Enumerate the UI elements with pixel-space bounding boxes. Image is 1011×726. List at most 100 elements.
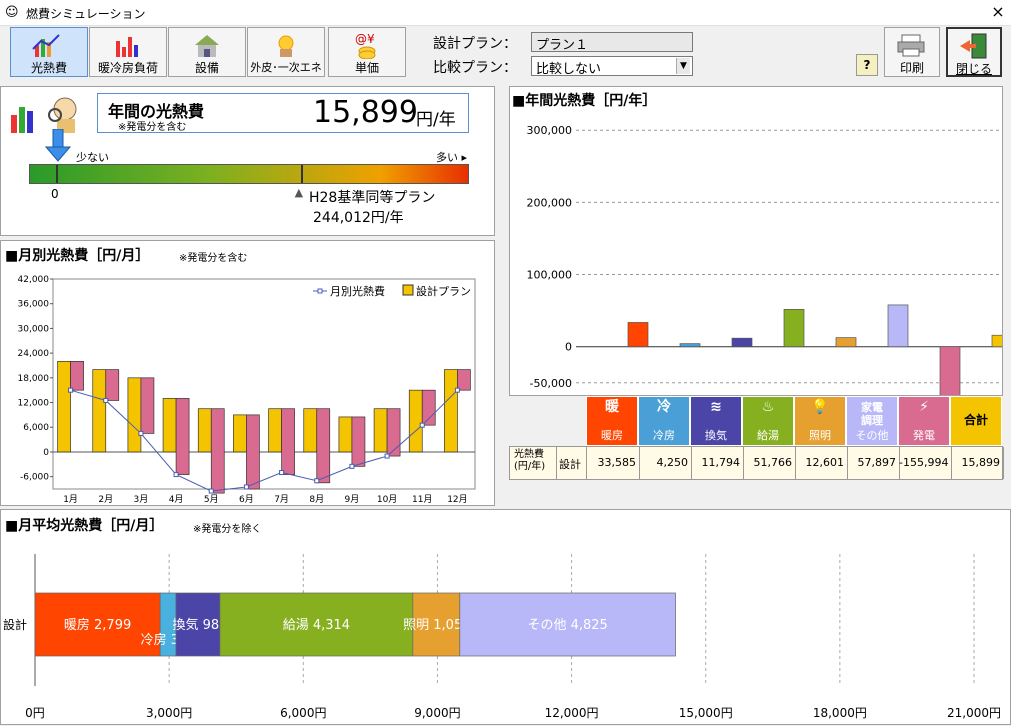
line-point <box>279 470 285 476</box>
annual-cost-box: 年間の光熱費 ※発電分を含む 15,899 円/年 <box>97 93 469 133</box>
x-tick-label: 15,000円 <box>679 706 733 720</box>
y-tick-label: 0 <box>565 341 572 354</box>
title-bar: ☺ 燃費シミュレーション × <box>0 0 1011 26</box>
monthly-average-panel: ■月平均光熱費［円/月］ ※発電分を除く 0円 3,000円 6,000円 9,000… <box>0 509 1011 725</box>
category-header-暖房: 暖暖房 <box>586 396 638 446</box>
bar-design-plan <box>408 389 423 453</box>
y-tick-label: 18,000 <box>18 374 50 384</box>
bar-generation <box>316 408 331 484</box>
category-header-給湯: ♨ 給湯 <box>742 396 794 446</box>
bar-照明 <box>835 337 857 348</box>
baseline-marker-icon: ▲ <box>294 186 304 199</box>
y-tick-label: 100,000 <box>527 269 573 282</box>
line-point <box>243 484 249 490</box>
annual-cost-value: 15,899 <box>313 95 418 130</box>
help-button[interactable]: ? <box>856 54 878 76</box>
category-label: 換気 <box>705 429 727 442</box>
bar-design-plan <box>303 408 318 453</box>
close-label: 閉じる <box>955 62 992 76</box>
bar-generation <box>105 369 120 401</box>
window-close-button[interactable]: × <box>988 2 1008 21</box>
bar-暖房 <box>627 322 649 348</box>
bar-generation <box>246 414 260 490</box>
tab-envelope-primary-energy[interactable]: 外皮･一次エネ <box>247 27 325 77</box>
bar-design-plan <box>373 408 388 453</box>
x-tick-label: 10月 <box>377 494 397 505</box>
segment-label: 給湯 4,314 <box>283 618 350 633</box>
legend-line-marker <box>317 288 323 294</box>
chevron-down-icon[interactable]: ▼ <box>676 58 690 74</box>
print-button[interactable]: 印刷 <box>884 27 940 77</box>
close-button[interactable]: 閉じる <box>946 27 1002 77</box>
category-label: 発電 <box>913 429 935 442</box>
category-label: その他 <box>855 429 889 442</box>
category-value: 11,794 <box>701 456 741 469</box>
bar-generation <box>351 416 366 467</box>
ventilation-icon: ≋ <box>710 399 722 415</box>
line-point <box>208 488 214 494</box>
x-tick-label: 12,000円 <box>545 706 599 720</box>
sun-house-icon <box>248 31 324 59</box>
x-tick-label: 11月 <box>412 494 432 505</box>
annual-cost-panel: ■年間光熱費［円/年］ 300,000 200,000 100,000 0 -50,00… <box>509 86 1003 396</box>
bar-design-plan <box>92 369 107 453</box>
tab-utility-cost[interactable]: 光熱費 <box>10 27 88 77</box>
app-icon: ☺ <box>5 5 19 20</box>
x-tick-label: 5月 <box>204 494 219 505</box>
x-tick-label: 2月 <box>98 494 113 505</box>
line-point <box>349 463 355 469</box>
x-tick-label: 4月 <box>169 494 184 505</box>
bar-design-plan <box>233 414 247 453</box>
compare-plan-select[interactable]: 比較しない ▼ <box>531 56 693 77</box>
tab-unit-price[interactable]: @¥ 単価 <box>328 27 406 77</box>
category-header-total: 合計 <box>950 396 1002 446</box>
annual-cost-unit: 円/年 <box>416 110 456 130</box>
category-header-照明: 💡 照明 <box>794 396 846 446</box>
line-point <box>138 430 144 436</box>
hot-water-icon: ♨ <box>761 399 775 415</box>
legend-bar-label: 設計プラン <box>416 284 471 298</box>
house-equipment-icon <box>169 31 245 59</box>
bar-generation <box>70 361 84 391</box>
category-value: 15,899 <box>961 456 1001 469</box>
bar-その他 <box>887 304 909 348</box>
scale-zero-label: 0 <box>51 187 59 201</box>
heating-icon: 暖 <box>605 399 619 415</box>
x-tick-label: 1月 <box>63 494 78 505</box>
y-tick-label: 300,000 <box>527 124 573 137</box>
category-label: 冷房 <box>653 429 675 442</box>
design-plan-field[interactable]: プラン１ <box>531 32 693 53</box>
bar-generation <box>457 369 471 391</box>
bar-換気 <box>731 337 753 348</box>
category-header-その他: 家電 調理 その他 <box>846 396 898 446</box>
tab-label: 単価 <box>354 61 379 75</box>
tab-equipment[interactable]: 設備 <box>168 27 246 77</box>
category-value: 57,897 <box>857 456 897 469</box>
bar-generation <box>421 389 436 426</box>
print-label: 印刷 <box>899 61 924 75</box>
category-value: 51,766 <box>753 456 793 469</box>
category-label: 暖房 <box>601 429 623 442</box>
y-tick-label: 0 <box>43 448 49 458</box>
tab-heating-cooling-load[interactable]: 暖冷房負荷 <box>89 27 167 77</box>
bar-design-plan <box>57 361 71 453</box>
baseline-plan-value: 244,012円/年 <box>313 210 404 226</box>
annual-cost-note: ※発電分を含む <box>118 122 187 133</box>
bar-design-plan <box>444 369 458 453</box>
bar-generation <box>175 398 190 475</box>
x-tick-label: 18,000円 <box>813 706 867 720</box>
column-divider <box>1003 447 1004 479</box>
category-value: 33,585 <box>597 456 637 469</box>
help-icon: ? <box>863 58 871 72</box>
exit-door-icon <box>948 32 1000 60</box>
tab-label: 設備 <box>194 61 219 75</box>
monthly-average-title: ■月平均光熱費［円/月］ <box>5 518 164 534</box>
monthly-cost-panel: ■月別光熱費［円/月］ ※発電分を含む 42,000 36,000 30,000 24… <box>0 240 495 506</box>
bar-合計 <box>991 334 1002 348</box>
bar-design-plan <box>197 408 212 453</box>
annual-summary-panel: 年間の光熱費 ※発電分を含む 15,899 円/年 少ない 多い ▸ 0 ▲ H… <box>0 86 495 236</box>
monthly-cost-title: ■月別光熱費［円/月］ <box>5 248 150 264</box>
x-tick-label: 12月 <box>447 494 467 505</box>
row-header: 光熱費 (円/年) <box>514 449 546 472</box>
line-point <box>173 472 179 478</box>
